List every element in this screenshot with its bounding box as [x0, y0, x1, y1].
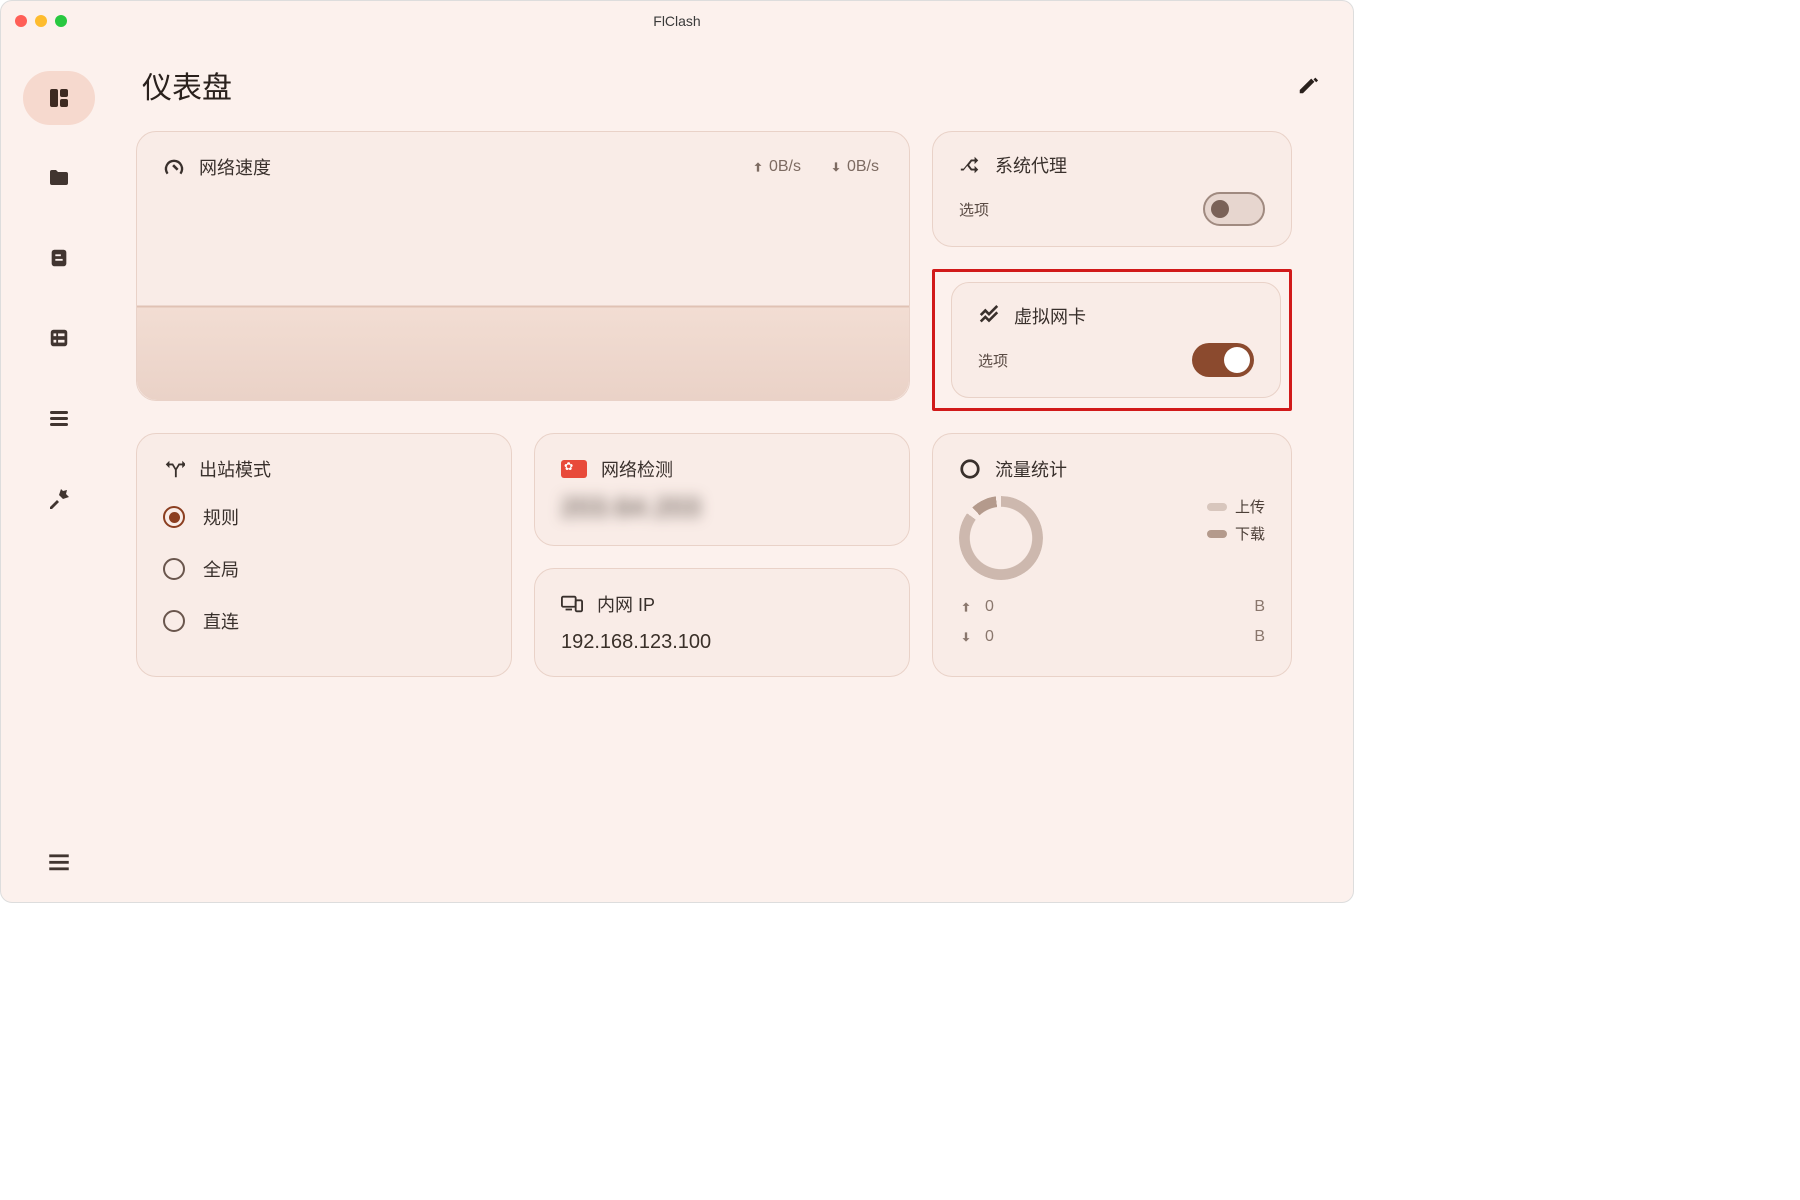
- traffic-legend: 上传 下载: [1207, 496, 1265, 550]
- sidebar-item-menu[interactable]: [23, 848, 95, 902]
- network-detect-title: 网络检测: [601, 456, 673, 482]
- speed-chart: [137, 190, 909, 400]
- download-rate: 0B/s: [829, 158, 879, 176]
- dashboard-icon: [47, 86, 71, 110]
- folder-icon: [47, 166, 71, 190]
- outbound-mode-rule[interactable]: 规则: [163, 504, 485, 530]
- radio-icon: [163, 506, 185, 528]
- edit-layout-button[interactable]: [1297, 74, 1319, 96]
- speed-rates: 0B/s 0B/s: [751, 158, 879, 176]
- sidebar-item-connections[interactable]: [23, 311, 95, 365]
- app-window: FlClash: [0, 0, 1354, 903]
- tools-icon: [47, 486, 71, 510]
- traffic-stats-card: 流量统计 上传 下载 0 B: [932, 433, 1292, 677]
- speedometer-icon: [163, 156, 185, 178]
- tun-toggle[interactable]: [1192, 343, 1254, 377]
- sidebar-item-tools[interactable]: [23, 471, 95, 525]
- sidebar-item-profiles[interactable]: [23, 151, 95, 205]
- lan-ip-title: 内网 IP: [597, 591, 655, 617]
- shuffle-icon: [959, 154, 981, 176]
- system-proxy-title: 系统代理: [995, 152, 1067, 178]
- sidebar-item-proxies[interactable]: [23, 231, 95, 285]
- system-proxy-card: 系统代理 选项: [932, 131, 1292, 247]
- tun-highlight: 虚拟网卡 选项: [932, 269, 1292, 411]
- window-title: FlClash: [1, 13, 1353, 29]
- tun-title: 虚拟网卡: [1014, 303, 1086, 329]
- hk-flag-icon: [561, 460, 587, 478]
- outbound-mode-card: 出站模式 规则 全局 直连: [136, 433, 512, 677]
- stacked-line-icon: [978, 305, 1000, 327]
- radio-icon: [163, 610, 185, 632]
- traffic-donut-chart: [959, 496, 1043, 580]
- tun-option-label[interactable]: 选项: [978, 350, 1008, 371]
- system-proxy-toggle[interactable]: [1203, 192, 1265, 226]
- tun-card: 虚拟网卡 选项: [951, 282, 1281, 398]
- outbound-mode-direct[interactable]: 直连: [163, 608, 485, 634]
- page-title: 仪表盘: [142, 63, 232, 107]
- network-speed-card: 网络速度 0B/s 0B/s: [136, 131, 910, 401]
- sidebar-item-logs[interactable]: [23, 391, 95, 445]
- sidebar-item-dashboard[interactable]: [23, 71, 95, 125]
- devices-icon: [561, 593, 583, 615]
- list-icon: [47, 406, 71, 430]
- traffic-upload-row: 0 B: [959, 598, 1265, 616]
- traffic-download-row: 0 B: [959, 628, 1265, 646]
- network-detect-card: 网络检测 203.64.203: [534, 433, 910, 546]
- grid-icon: [48, 327, 70, 349]
- outbound-mode-title: 出站模式: [199, 456, 271, 482]
- radio-icon: [163, 558, 185, 580]
- outbound-mode-global[interactable]: 全局: [163, 556, 485, 582]
- split-icon: [163, 458, 185, 480]
- donut-icon: [959, 458, 981, 480]
- upload-rate: 0B/s: [751, 158, 801, 176]
- network-speed-title: 网络速度: [199, 154, 271, 180]
- pencil-icon: [1297, 74, 1319, 96]
- note-icon: [48, 247, 70, 269]
- lan-ip-card: 内网 IP 192.168.123.100: [534, 568, 910, 677]
- sidebar: [1, 41, 116, 902]
- arrow-down-icon: [959, 630, 973, 644]
- external-ip-value: 203.64.203: [561, 492, 883, 523]
- lan-ip-value: 192.168.123.100: [561, 631, 883, 654]
- arrow-down-icon: [829, 160, 843, 174]
- traffic-stats-title: 流量统计: [995, 456, 1067, 482]
- arrow-up-icon: [959, 600, 973, 614]
- arrow-up-icon: [751, 160, 765, 174]
- system-proxy-option-label[interactable]: 选项: [959, 199, 989, 220]
- hamburger-icon: [46, 849, 72, 875]
- titlebar: FlClash: [1, 1, 1353, 41]
